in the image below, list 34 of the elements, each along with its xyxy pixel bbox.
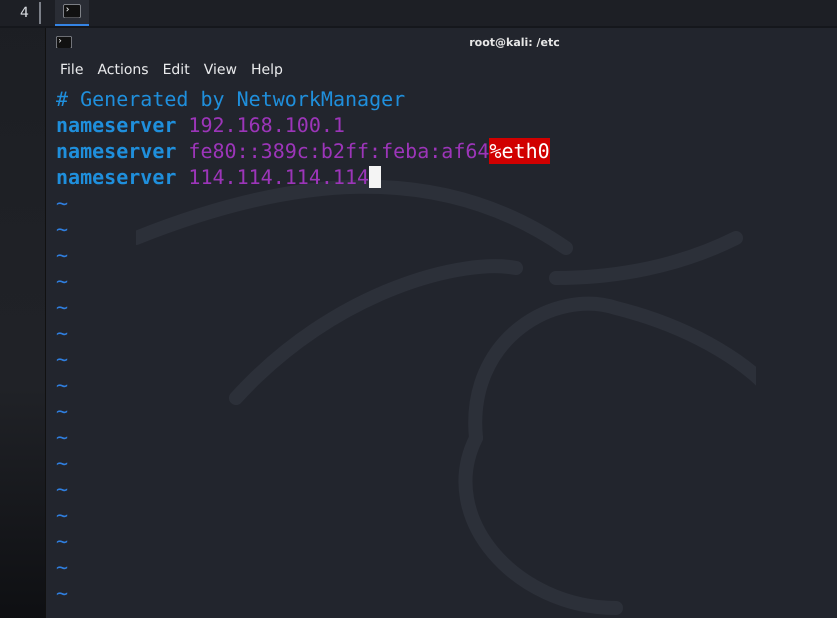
empty-line-marker: ~ [56, 346, 68, 372]
empty-line-marker: ~ [56, 294, 68, 320]
config-keyword: nameserver [56, 164, 176, 190]
menu-item[interactable]: Help [244, 60, 290, 80]
config-keyword: nameserver [56, 112, 176, 138]
empty-line-marker: ~ [56, 242, 68, 268]
config-value: 114.114.114.114 [188, 164, 370, 190]
window-title: root@kali: /etc [468, 36, 561, 48]
config-keyword: nameserver [56, 138, 176, 164]
empty-line-marker: ~ [56, 502, 68, 528]
terminal-icon [62, 4, 81, 18]
empty-line-marker: ~ [56, 528, 68, 554]
taskbar-button[interactable] [54, 0, 89, 26]
empty-line-marker: ~ [56, 268, 68, 294]
empty-line-marker: ~ [56, 216, 68, 242]
config-value: 192.168.100.1 [188, 112, 345, 138]
comment-text: # Generated by NetworkManager [56, 86, 406, 112]
empty-line-marker: ~ [56, 372, 68, 398]
workspace-number[interactable]: 4 [20, 2, 41, 24]
menu-item[interactable]: File [53, 60, 90, 80]
empty-line-marker: ~ [56, 476, 68, 502]
empty-line-marker: ~ [56, 398, 68, 424]
terminal-icon [56, 36, 72, 48]
empty-line-marker: ~ [56, 580, 68, 606]
empty-line-marker: ~ [56, 450, 68, 476]
error-highlight: %eth0 [489, 138, 550, 164]
empty-line-marker: ~ [56, 554, 68, 580]
empty-line-marker: ~ [56, 424, 68, 450]
menu-item[interactable]: View [196, 60, 244, 80]
empty-line-marker: ~ [56, 320, 68, 346]
empty-line-marker: ~ [56, 190, 68, 216]
config-value: fe80::389c:b2ff:feba:af64 [188, 138, 490, 164]
menu-item[interactable]: Edit [156, 60, 197, 80]
menu-item[interactable]: Actions [90, 60, 156, 80]
